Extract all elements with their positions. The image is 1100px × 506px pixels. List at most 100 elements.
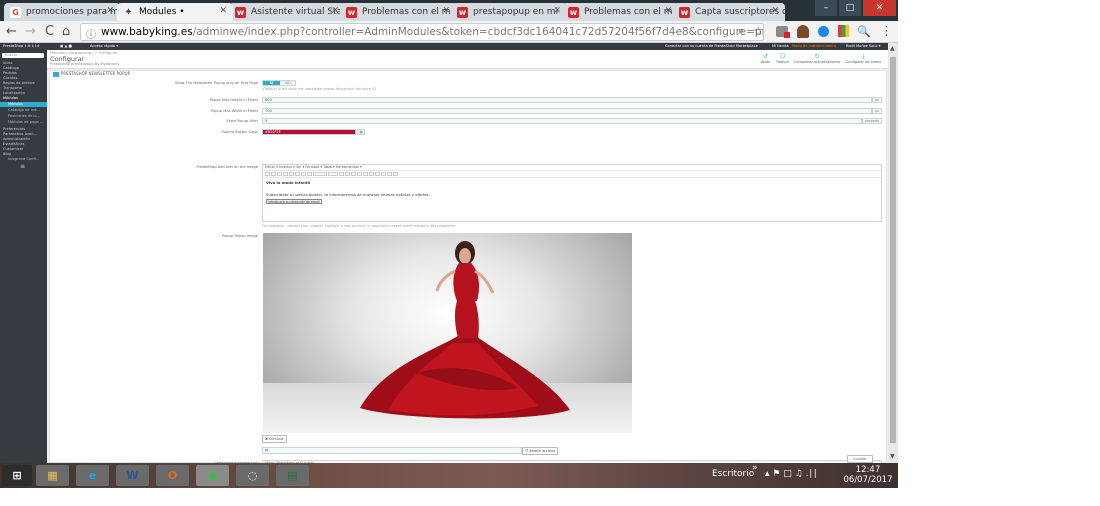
link-icon[interactable] [369,172,374,176]
sidebar-search-input[interactable]: Buscar [2,53,44,58]
tab-promociones[interactable]: G promociones para m ✕ [4,3,120,21]
underline-icon[interactable] [283,172,288,176]
kenya-flag-app-icon[interactable]: ▤ [276,465,309,486]
close-tab-icon[interactable]: ✕ [553,6,561,16]
show-first-toggle[interactable]: SÍ NO [262,80,296,86]
italic-icon[interactable] [277,172,282,176]
sidebar-item-modulos[interactable]: Módulos [3,96,18,101]
back-toolbar-button[interactable]: ↺ Atrás [761,53,770,64]
marketplace-link[interactable]: Conectar con su cuenta de PrestaShop Mar… [665,44,758,48]
internet-explorer-icon[interactable]: e [76,465,109,486]
prestashop-version: PrestaShop 1.6.1.14 [3,44,40,48]
extension-icon[interactable] [818,26,829,37]
page-subtitle: Prestashop prestapopup By MyAddons [50,62,120,66]
desktop-chevron[interactable]: » [752,463,758,473]
bookmark-star-icon[interactable]: ☆ [753,24,764,38]
translate-toolbar-button[interactable]: ☐ Traducir [776,53,790,64]
button-color-input[interactable]: #B30F2E [262,129,356,135]
quick-access-dropdown[interactable]: Acceso rápido ▾ [90,44,118,48]
system-tray-icons[interactable]: ▴ ⚑ □ ♫ .∣∣ [765,469,817,479]
file-upload-input[interactable]: ▤ [262,447,522,454]
align-right-icon[interactable] [307,172,312,176]
toggle-no[interactable]: NO [280,81,296,85]
browser-menu-icon[interactable]: ⋮ [880,24,893,39]
delete-image-button[interactable]: ✖ Eliminar [262,435,287,443]
employee-menu[interactable]: Rodil Muñoz Sanz ▾ [846,44,880,48]
toggle-yes[interactable]: SÍ [263,81,280,85]
tab-problemas-2[interactable]: w Problemas con el m ✕ [562,3,678,21]
maintenance-mode-link[interactable]: Modo de mantenimiento [792,44,836,48]
anchor-icon[interactable] [381,172,386,176]
browser-tab-bar: G promociones para m ✕ ✦ Modules • ✕ w A… [0,0,898,21]
my-shop-link[interactable]: Mi tienda [772,44,789,48]
word-icon[interactable]: W [116,465,149,486]
show-after-input[interactable]: 5 [262,118,862,124]
bold-icon[interactable] [271,172,276,176]
align-center-icon[interactable] [301,172,306,176]
save-button[interactable]: Guardar [847,455,873,463]
font-size-dropdown[interactable] [313,172,327,176]
close-tab-icon[interactable]: ✕ [442,6,450,16]
strikethrough-icon[interactable] [289,172,294,176]
close-tab-icon[interactable]: ✕ [771,6,779,16]
max-width-input[interactable]: 700 [262,108,872,114]
back-button[interactable]: ← [6,24,17,39]
windows-start-icon[interactable]: ⊞ [2,465,32,486]
tab-asistente[interactable]: w Asistente virtual Sta ✕ [229,3,345,21]
taskbar-clock[interactable]: 12:47 06/07/2017 [838,465,898,485]
sidebar-subitem-catalogo-modulos[interactable]: Catálogo de mó... [8,108,40,113]
max-height-input[interactable]: 600 [262,97,872,103]
unlink-icon[interactable] [375,172,380,176]
bullet-list-icon[interactable] [345,172,350,176]
tab-problemas-1[interactable]: w Problemas con el m ✕ [340,3,456,21]
avatar-extension-icon[interactable] [797,25,809,38]
minimize-button[interactable]: – [815,0,837,16]
powerpoint-icon[interactable]: O [156,465,189,486]
add-file-button[interactable]: ❐ Añadir archivo [522,447,559,455]
maximize-button[interactable]: □ [839,0,861,16]
sidebar-subitem-pago[interactable]: Módulos de pago ... [8,120,43,125]
outdent-icon[interactable] [363,172,368,176]
chart-extension-icon[interactable] [838,25,849,37]
sidebar-subitem-infogrand[interactable]: Infogrand Confi... [8,157,39,162]
search-extension-icon[interactable]: 🔍 [857,25,871,38]
desktop-label[interactable]: Escritorio [712,469,754,479]
sidebar-subitem-modulos[interactable]: Módulos [0,102,47,107]
quick-access-icons[interactable]: ▣ ▲ ■ [60,44,72,48]
url-input[interactable]: ⓘ www.babyking.es/adminwe/index.php?cont… [80,23,764,41]
quote-icon[interactable] [339,172,344,176]
chrome-icon[interactable]: ● [196,465,229,486]
reload-button[interactable]: C [45,24,54,39]
scroll-thumb[interactable] [890,57,896,443]
image-icon[interactable] [387,172,392,176]
scroll-down-icon[interactable]: ▼ [890,453,895,460]
home-button[interactable]: ⌂ [62,24,70,39]
tab-modules[interactable]: ✦ Modules • ✕ [117,3,233,21]
scroll-up-icon[interactable]: ▲ [890,45,895,52]
check-updates-toolbar-button[interactable]: ↻ Comprobar actualizaciones [794,53,840,64]
rich-text-editor[interactable]: Editar ▾ Insertar ▾ Ver ▾ Formato ▾ Tabl… [262,164,882,222]
close-tab-icon[interactable]: ✕ [219,6,227,16]
zoom-icon[interactable]: ⌕ [738,24,744,38]
sidebar-collapse-icon[interactable]: ≡ [20,164,25,170]
close-tab-icon[interactable]: ✕ [331,6,339,16]
tab-capta[interactable]: w Capta suscriptores o ✕ [673,3,785,21]
undo-icon[interactable] [265,172,270,176]
text-color-icon[interactable] [328,172,338,176]
tab-prestapopup[interactable]: w prestapopup en mi ✕ [451,3,567,21]
admin-sidebar: Buscar Inicio Catálogo Pedidos Clientes … [0,50,47,463]
code-icon[interactable] [393,172,398,176]
file-explorer-icon[interactable]: ▦ [36,465,69,486]
forward-button[interactable]: → [25,24,36,39]
close-window-button[interactable]: ✕ [863,0,896,16]
close-tab-icon[interactable]: ✕ [664,6,672,16]
sidebar-subitem-posiciones[interactable]: Posiciones de lo... [8,114,40,119]
color-picker-icon[interactable]: ▦ [357,129,365,135]
indent-icon[interactable] [357,172,362,176]
disk-utility-icon[interactable]: ◌ [236,465,269,486]
numbered-list-icon[interactable] [351,172,356,176]
align-left-icon[interactable] [295,172,300,176]
configure-hooks-toolbar-button[interactable]: ⤓ Configurar los hooks [846,53,881,64]
page-scrollbar[interactable]: ▲ ▼ [888,43,898,463]
close-tab-icon[interactable]: ✕ [106,6,114,16]
